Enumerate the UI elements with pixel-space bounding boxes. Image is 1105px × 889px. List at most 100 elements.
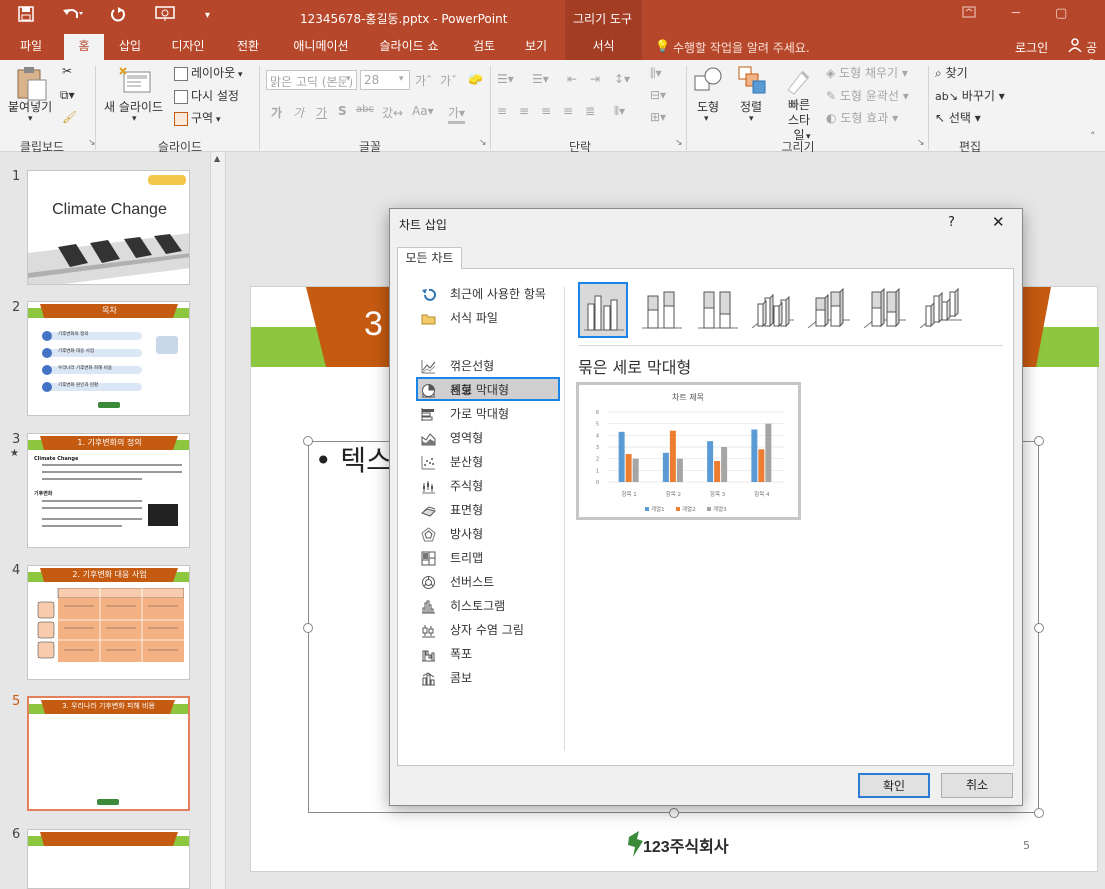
resize-handle[interactable] [1034,808,1044,818]
tell-me-box[interactable]: 수행할 작업을 알려 주세요. [673,39,810,56]
numbering-icon[interactable]: ☰▾ [532,72,549,86]
arrange-dropdown-icon[interactable]: ▾ [749,114,754,124]
align-center-icon[interactable]: ≡ [519,104,529,118]
3d-stacked-column-subtype[interactable] [806,282,856,338]
shadow-icon[interactable]: S [338,104,347,118]
chart-type-line-chart[interactable]: 꺾은선형 [418,355,560,377]
tab-file[interactable]: 파일 [8,34,54,60]
user-icon[interactable] [1068,38,1082,56]
chart-type-area-chart[interactable]: 영역형 [418,427,560,449]
undo-icon[interactable] [62,6,84,26]
tab-all-charts[interactable]: 모든 차트 [397,247,462,269]
chart-type-recent[interactable]: 최근에 사용한 항목 [418,283,560,305]
chart-type-folder[interactable]: 서식 파일 [418,307,560,329]
select-button[interactable]: ↖ 선택 ▾ [935,109,981,126]
tab-review[interactable]: 검토 [460,34,508,60]
columns-icon[interactable]: ⫴▾ [614,104,625,119]
collapse-ribbon-icon[interactable]: ˄ [1090,130,1096,143]
slideshow-from-start-icon[interactable] [155,6,177,26]
arrange-button[interactable]: 정렬 [740,98,762,115]
clear-format-icon[interactable]: 🧽 [468,72,483,86]
tab-view[interactable]: 보기 [515,34,557,60]
chart-type-combo[interactable]: 콤보 [418,667,560,689]
font-name-dropdown-icon[interactable]: ▾ [346,74,351,84]
section-button[interactable]: 구역 ▾ [174,109,220,126]
smartart-icon[interactable]: ⊞▾ [650,110,666,124]
drawing-launcher-icon[interactable]: ↘ [917,138,925,148]
redo-icon[interactable] [110,6,126,26]
tab-format[interactable]: 서식 [565,34,642,60]
slide-thumbnail-1[interactable]: Climate Change [27,170,190,285]
chart-type-surface-chart[interactable]: 표면형 [418,499,560,521]
ribbon-display-options-icon[interactable] [962,6,976,22]
close-icon[interactable]: ✕ [992,213,1005,231]
chart-type-histogram[interactable]: 히스토그램 [418,595,560,617]
chart-preview[interactable]: 차트 제목 0 1 2 3 4 5 6 항목 1 항목 2 항목 3 항목 4 계열1 계열2 계열3 [576,382,801,520]
clustered-column-subtype[interactable] [578,282,628,338]
chart-type-box-whisker[interactable]: 상자 수염 그림 [418,619,560,641]
font-color-icon[interactable]: 가▾ [448,104,466,124]
justify-icon[interactable]: ≡ [563,104,573,118]
tab-home[interactable]: 홈 [64,34,104,60]
chart-type-scatter-chart[interactable]: 분산형 [418,451,560,473]
chart-type-radar-chart[interactable]: 방사형 [418,523,560,545]
stacked-column-subtype[interactable] [638,282,688,338]
align-right-icon[interactable]: ≡ [541,104,551,118]
resize-handle[interactable] [303,623,313,633]
chart-type-stock-chart[interactable]: 주식형 [418,475,560,497]
paragraph-launcher-icon[interactable]: ↘ [675,138,683,148]
customize-toolbar-icon[interactable]: ▾ [205,10,210,21]
change-case-icon[interactable]: Aa▾ [412,104,434,118]
arrange-icon[interactable] [738,66,766,97]
decrease-indent-icon[interactable]: ⇤ [567,72,577,86]
align-left-icon[interactable]: ≡ [497,104,507,118]
slide-thumbnail-6[interactable] [27,829,190,889]
italic-icon[interactable]: 가 [293,104,304,121]
layout-button[interactable]: 레이아웃 ▾ [174,64,243,81]
new-slide-button[interactable]: 새 슬라이드 [104,98,163,115]
ok-button[interactable]: 확인 [858,773,930,798]
quick-styles-icon[interactable] [784,66,814,99]
char-spacing-icon[interactable]: 갔↔ [382,104,403,121]
help-button[interactable]: ? [948,215,955,230]
bullet-text[interactable]: • 텍스 [315,439,392,479]
new-slide-dropdown-icon[interactable]: ▾ [132,114,137,124]
new-slide-icon[interactable] [118,66,152,99]
3d-clustered-column-subtype[interactable] [750,282,800,338]
chart-type-pie-chart[interactable]: 원형 [418,379,560,401]
chart-type-sunburst[interactable]: 선버스트 [418,571,560,593]
align-text-icon[interactable]: ⊟▾ [650,88,666,102]
slide-thumbnail-3[interactable]: 1. 기후변화의 정의 Climate Change 기후변화 [27,433,190,548]
shapes-button[interactable]: 도형 [697,98,719,115]
resize-handle[interactable] [303,436,313,446]
save-icon[interactable] [18,6,34,26]
shape-outline-button[interactable]: ✎ 도형 윤곽선 ▾ [826,87,909,104]
copy-icon[interactable]: ⧉▾ [60,88,75,103]
resize-handle[interactable] [669,808,679,818]
bold-icon[interactable]: 가 [271,104,282,121]
shapes-dropdown-icon[interactable]: ▾ [704,114,709,124]
3d-percent-stacked-column-subtype[interactable] [862,282,912,338]
font-size-combo[interactable]: 28 ▾ [360,70,410,90]
shapes-icon[interactable] [693,66,723,97]
strikethrough-icon[interactable]: abc [356,104,374,115]
percent-stacked-column-subtype[interactable] [694,282,744,338]
tab-insert[interactable]: 삽입 [110,34,150,60]
line-spacing-icon[interactable]: ↕▾ [614,72,630,86]
format-painter-icon[interactable]: 🖌 [62,110,77,124]
increase-indent-icon[interactable]: ⇥ [590,72,600,86]
find-button[interactable]: ⌕ 찾기 [935,64,968,81]
thumbnails-scrollbar[interactable]: ▲ [210,152,226,889]
slide-thumbnail-2[interactable]: 목차 기후변화의 정의 기후변화 대응 사업 우리나라 기후변화 피해 비용 기… [27,301,190,416]
paste-button[interactable]: 붙여넣기 [8,98,52,115]
distributed-icon[interactable]: ≣ [585,104,595,118]
minimize-icon[interactable]: ─ [1012,6,1020,21]
bullets-icon[interactable]: ☰▾ [497,72,514,86]
shape-fill-button[interactable]: ◈ 도형 채우기 ▾ [826,64,908,81]
slide-thumbnails-pane[interactable]: 1 Climate Change 2 목차 기후변화의 정의 기후변화 대응 사… [0,152,210,889]
tab-transitions[interactable]: 전환 [224,34,272,60]
resize-handle[interactable] [1034,623,1044,633]
maximize-icon[interactable]: ▢ [1055,6,1067,21]
shrink-font-icon[interactable]: 가ˇ [440,72,457,89]
tab-animations[interactable]: 애니메이션 [282,34,360,60]
